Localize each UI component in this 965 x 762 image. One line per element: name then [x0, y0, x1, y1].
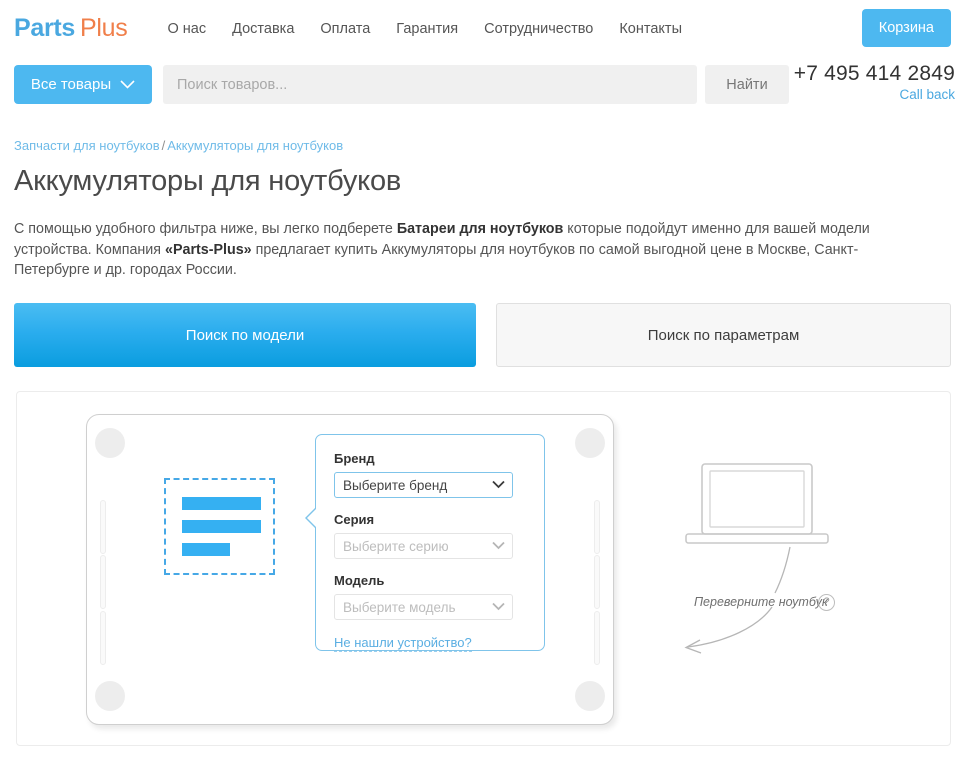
model-select-value: Выберите модель	[343, 600, 455, 615]
laptop-vent-icon	[100, 500, 106, 554]
search-submit-button[interactable]: Найти	[705, 65, 789, 104]
brand-select[interactable]: Выберите бренд	[334, 472, 513, 498]
contact-block: +7 495 414 2849 Call back	[794, 62, 955, 102]
series-field-label: Серия	[334, 512, 526, 527]
all-categories-label: Все товары	[31, 76, 111, 93]
brand-field-label: Бренд	[334, 451, 526, 466]
nav-item-about[interactable]: О нас	[167, 21, 206, 37]
chevron-down-icon	[492, 602, 505, 611]
bubble-pointer-fill-icon	[307, 507, 318, 529]
laptop-label-sticker-icon	[164, 478, 275, 575]
laptop-vent-icon	[100, 611, 106, 665]
tab-search-by-model[interactable]: Поиск по модели	[14, 303, 476, 367]
chevron-down-icon	[492, 480, 505, 489]
nav-item-warranty[interactable]: Гарантия	[396, 21, 458, 37]
nav-item-delivery[interactable]: Доставка	[232, 21, 294, 37]
intro-text-1: С помощью удобного фильтра ниже, вы легк…	[14, 221, 397, 237]
breadcrumb-item-parts[interactable]: Запчасти для ноутбуков	[14, 138, 160, 153]
brand-select-value: Выберите бренд	[343, 478, 447, 493]
nav-item-cooperation[interactable]: Сотрудничество	[484, 21, 593, 37]
flip-laptop-note: Переверните ноутбук	[694, 595, 828, 609]
model-select[interactable]: Выберите модель	[334, 594, 513, 620]
cart-button[interactable]: Корзина	[862, 9, 951, 47]
main-navigation: О нас Доставка Оплата Гарантия Сотруднич…	[167, 21, 682, 37]
search-mode-tabs: Поиск по модели Поиск по параметрам	[14, 303, 951, 367]
laptop-foot-icon	[95, 428, 125, 458]
breadcrumb-item-batteries[interactable]: Аккумуляторы для ноутбуков	[167, 138, 343, 153]
page-intro: С помощью удобного фильтра ниже, вы легк…	[14, 219, 906, 281]
search-input[interactable]	[163, 65, 697, 104]
nav-item-contacts[interactable]: Контакты	[619, 21, 682, 37]
chevron-down-icon	[120, 80, 135, 89]
all-categories-dropdown[interactable]: Все товары	[14, 65, 152, 104]
breadcrumb-separator: /	[162, 138, 166, 153]
laptop-vent-icon	[594, 611, 600, 665]
laptop-foot-icon	[575, 428, 605, 458]
model-finder-form: Бренд Выберите бренд Серия Выберите сери…	[315, 434, 545, 651]
laptop-vent-icon	[100, 555, 106, 609]
series-select[interactable]: Выберите серию	[334, 533, 513, 559]
page-root: PartsPlus О нас Доставка Оплата Гарантия…	[0, 0, 965, 762]
open-laptop-icon	[684, 462, 830, 546]
model-field-label: Модель	[334, 573, 526, 588]
site-header: PartsPlus О нас Доставка Оплата Гарантия…	[0, 0, 965, 57]
phone-number[interactable]: +7 495 414 2849	[794, 62, 955, 86]
nav-item-payment[interactable]: Оплата	[320, 21, 370, 37]
laptop-bottom-illustration: Бренд Выберите бренд Серия Выберите сери…	[86, 414, 614, 725]
device-not-found-link[interactable]: Не нашли устройство?	[334, 635, 472, 652]
logo-parts: Parts	[14, 14, 75, 42]
page-title: Аккумуляторы для ноутбуков	[14, 165, 401, 198]
laptop-foot-icon	[95, 681, 125, 711]
sticker-bar	[182, 497, 261, 510]
chevron-down-icon	[492, 541, 505, 550]
tab-search-by-parameters[interactable]: Поиск по параметрам	[496, 303, 951, 367]
breadcrumb: Запчасти для ноутбуков/Аккумуляторы для …	[14, 138, 343, 153]
site-logo[interactable]: PartsPlus	[14, 16, 127, 41]
logo-plus: Plus	[80, 14, 127, 42]
search-bar: Все товары Найти +7 495 414 2849 Call ba…	[0, 65, 965, 117]
intro-bold-2: «Parts-Plus»	[165, 242, 252, 258]
sticker-bar	[182, 543, 230, 556]
laptop-foot-icon	[575, 681, 605, 711]
help-question-icon[interactable]: ?	[818, 594, 835, 611]
series-select-value: Выберите серию	[343, 539, 449, 554]
laptop-vent-icon	[594, 555, 600, 609]
sticker-bar	[182, 520, 261, 533]
laptop-vent-icon	[594, 500, 600, 554]
callback-link[interactable]: Call back	[794, 87, 955, 102]
intro-bold-1: Батареи для ноутбуков	[397, 221, 564, 237]
